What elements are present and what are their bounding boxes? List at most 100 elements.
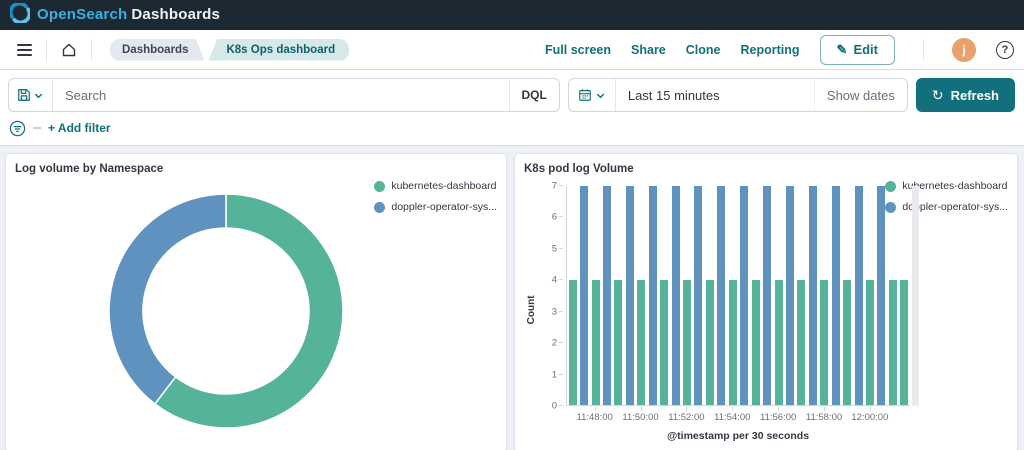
bar-11:54:30[interactable] bbox=[740, 186, 749, 405]
bar-11:58:00[interactable] bbox=[820, 279, 829, 405]
bar-12:00:00[interactable] bbox=[865, 279, 874, 405]
bar-11:47:00[interactable] bbox=[568, 279, 577, 405]
y-tick-mark bbox=[559, 216, 563, 218]
bar-12:01:00[interactable] bbox=[888, 279, 897, 405]
bar-11:55:30[interactable] bbox=[763, 186, 772, 405]
bar-11:56:00[interactable] bbox=[774, 279, 783, 405]
divider bbox=[46, 38, 47, 61]
x-tick-label: 11:56:00 bbox=[759, 412, 797, 423]
pencil-icon: ✎ bbox=[836, 41, 848, 57]
refresh-button[interactable]: ↻ Refresh bbox=[915, 78, 1015, 112]
bar-11:52:30[interactable] bbox=[694, 186, 703, 405]
bar-11:59:30[interactable] bbox=[854, 186, 863, 405]
y-tick-label: 7 bbox=[551, 180, 557, 192]
add-filter-button[interactable]: + Add filter bbox=[48, 121, 111, 135]
y-tick-mark bbox=[559, 405, 563, 406]
clone-button[interactable]: Clone bbox=[686, 43, 721, 57]
x-tick-label: 12:00:00 bbox=[851, 412, 889, 423]
bar-11:59:00[interactable] bbox=[843, 279, 852, 405]
share-button[interactable]: Share bbox=[631, 43, 666, 57]
home-button[interactable] bbox=[55, 36, 83, 64]
bar-11:54:00[interactable] bbox=[728, 279, 737, 405]
bar-11:49:30[interactable] bbox=[625, 186, 634, 405]
refresh-button-label: Refresh bbox=[950, 87, 999, 103]
search-input[interactable] bbox=[53, 79, 509, 111]
full-screen-button[interactable]: Full screen bbox=[545, 43, 611, 57]
legend-item-doppler-operator[interactable]: doppler-operator-sys... bbox=[374, 201, 497, 213]
refresh-icon: ↻ bbox=[931, 86, 944, 103]
x-tick-label: 11:52:00 bbox=[668, 412, 705, 423]
x-tick-mark bbox=[640, 407, 642, 411]
bar-11:51:30[interactable] bbox=[671, 186, 680, 405]
y-tick-mark bbox=[559, 342, 563, 344]
filter-divider-dash bbox=[33, 127, 41, 129]
bar-11:51:00[interactable] bbox=[660, 279, 669, 405]
donut-slice-doppler-operator-sys...[interactable] bbox=[108, 193, 227, 405]
bar-12:00:30[interactable] bbox=[877, 186, 886, 405]
reporting-button[interactable]: Reporting bbox=[741, 43, 800, 57]
y-tick-label: 2 bbox=[551, 337, 557, 349]
opensearch-logo-icon bbox=[8, 1, 32, 28]
x-tick-label: 11:58:00 bbox=[805, 412, 843, 423]
breadcrumb-current-dashboard[interactable]: K8s Ops dashboard bbox=[208, 38, 350, 61]
legend-dot-blue bbox=[374, 201, 386, 213]
bar-11:49:00[interactable] bbox=[614, 279, 623, 405]
bar-11:57:00[interactable] bbox=[797, 279, 806, 405]
legend-item-kubernetes-dashboard[interactable]: kubernetes-dashboard bbox=[374, 180, 497, 192]
panel-log-volume-by-namespace[interactable]: Log volume by Namespace kubernetes-dashb… bbox=[5, 153, 507, 450]
bar-11:50:00[interactable] bbox=[637, 279, 646, 405]
app-header: OpenSearch Dashboards bbox=[0, 0, 1024, 30]
bar-12:01:30[interactable] bbox=[900, 279, 909, 405]
x-axis-title: @timestamp per 30 seconds bbox=[666, 430, 810, 442]
x-tick-mark bbox=[824, 407, 825, 411]
menu-button[interactable] bbox=[10, 36, 38, 64]
home-icon bbox=[62, 43, 76, 56]
save-icon bbox=[18, 89, 30, 101]
x-tick-mark bbox=[686, 407, 688, 411]
x-tick-mark bbox=[594, 407, 596, 411]
bar-chart: Count 01234567 11:48:00 11:50:00 11:52:00 1… bbox=[523, 178, 1009, 444]
search-box: DQL bbox=[8, 78, 560, 112]
calendar-button[interactable] bbox=[569, 79, 616, 111]
y-tick-label: 4 bbox=[551, 274, 557, 286]
bar-11:48:00[interactable] bbox=[591, 279, 600, 405]
bar-11:48:30[interactable] bbox=[603, 186, 612, 405]
y-tick-label: 3 bbox=[551, 306, 557, 318]
calendar-icon bbox=[579, 89, 591, 101]
help-icon[interactable]: ? bbox=[996, 40, 1014, 59]
edit-button-label: Edit bbox=[853, 42, 878, 57]
y-tick-mark bbox=[559, 185, 563, 186]
query-language-button[interactable]: DQL bbox=[508, 79, 559, 111]
partial-bucket-band bbox=[912, 186, 919, 406]
date-picker: Last 15 minutes Show dates bbox=[567, 78, 908, 112]
plot-area bbox=[566, 186, 910, 406]
panel-title: K8s pod log Volume bbox=[524, 163, 634, 175]
breadcrumb: Dashboards K8s Ops dashboard bbox=[110, 38, 350, 61]
legend-dot-green bbox=[374, 180, 386, 192]
chevron-down-icon bbox=[34, 93, 43, 98]
x-tick-mark bbox=[778, 407, 780, 411]
bar-11:55:00[interactable] bbox=[751, 279, 760, 405]
x-tick-label: 11:54:00 bbox=[714, 412, 751, 423]
bar-11:53:00[interactable] bbox=[705, 279, 714, 405]
user-avatar[interactable]: j bbox=[952, 37, 976, 62]
x-axis: 11:48:00 11:50:00 11:52:00 11:54:00 11:56:00… bbox=[566, 407, 910, 423]
edit-button[interactable]: ✎ Edit bbox=[819, 34, 895, 65]
bar-11:52:00[interactable] bbox=[683, 279, 692, 405]
bar-11:53:30[interactable] bbox=[717, 186, 726, 405]
brand-name-primary: OpenSearch bbox=[37, 6, 128, 23]
bar-11:56:30[interactable] bbox=[785, 186, 794, 405]
bar-11:50:30[interactable] bbox=[648, 186, 657, 405]
opensearch-brand[interactable]: OpenSearch Dashboards bbox=[8, 1, 220, 28]
bar-11:47:30[interactable] bbox=[580, 186, 589, 405]
saved-queries-button[interactable] bbox=[9, 79, 53, 111]
bar-11:58:30[interactable] bbox=[831, 186, 840, 405]
filter-menu-button[interactable] bbox=[8, 119, 26, 137]
y-tick-label: 0 bbox=[551, 400, 557, 412]
panel-k8s-pod-log-volume[interactable]: K8s pod log Volume kubernetes-dashboard … bbox=[514, 153, 1018, 450]
filter-icon bbox=[9, 120, 25, 136]
show-dates-button[interactable]: Show dates bbox=[813, 79, 907, 111]
bar-11:57:30[interactable] bbox=[808, 186, 817, 405]
time-range-value[interactable]: Last 15 minutes bbox=[616, 88, 814, 103]
breadcrumb-dashboards[interactable]: Dashboards bbox=[110, 39, 204, 61]
